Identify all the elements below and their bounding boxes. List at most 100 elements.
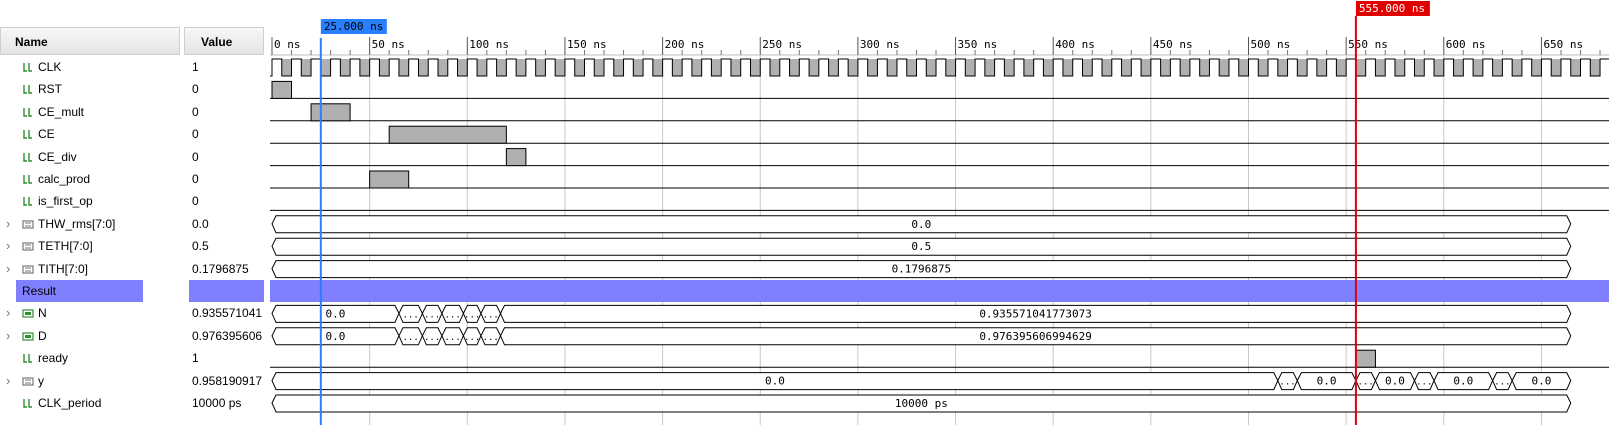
signal-name: N: [38, 306, 47, 321]
signal-row-ce[interactable]: CE: [0, 123, 184, 145]
clock-pulse: [867, 59, 878, 76]
signal-row-clk[interactable]: CLK: [0, 56, 184, 78]
bus-value-label: ...: [403, 333, 419, 343]
signal-value-row: 0.935571041: [184, 302, 270, 324]
signal-row-tith-7-0-[interactable]: › TITH[7:0]: [0, 258, 184, 280]
signal-value: 0: [192, 127, 199, 142]
signal-row-clk-period[interactable]: CLK_period: [0, 392, 184, 414]
signal-row-ready[interactable]: ready: [0, 347, 184, 369]
signal-name: TITH[7:0]: [38, 261, 89, 276]
bus-value-label: ...: [1358, 378, 1374, 388]
signal-value: 0: [192, 104, 199, 119]
signal-name: CLK: [38, 60, 62, 74]
bus-value-label: ...: [1279, 378, 1295, 388]
clock-pulse: [691, 59, 702, 76]
signal-row-rst[interactable]: RST: [0, 78, 184, 100]
tick-label: 350 ns: [958, 38, 998, 51]
clock-pulse: [1551, 59, 1561, 76]
signal-name: calc_prod: [38, 172, 91, 186]
clock-pulse: [672, 59, 683, 76]
expand-chevron-icon[interactable]: ›: [6, 235, 10, 257]
signal-value-row: 0.976395606: [184, 325, 270, 347]
expand-chevron-icon[interactable]: ›: [6, 258, 10, 280]
bus-value-label: 0.0: [765, 375, 785, 388]
tick-label: 450 ns: [1153, 38, 1193, 51]
value-column-header[interactable]: Value: [184, 27, 264, 55]
waveform-canvas[interactable]: 0 ns 50 ns 100 ns 150 ns 200 ns 250 ns 300 ns 3…: [270, 0, 1609, 435]
tick-label: 300 ns: [860, 38, 900, 51]
clock-pulse: [1473, 59, 1483, 76]
group-row-highlight: [270, 280, 1609, 302]
clock-pulse: [1238, 59, 1249, 76]
signal-value: 0.935571041: [192, 306, 263, 321]
signal-row-y[interactable]: › y: [0, 370, 184, 392]
signal-row-is-first-op[interactable]: is_first_op: [0, 190, 184, 212]
clock-pulse: [1336, 59, 1347, 76]
clock-pulse: [320, 59, 331, 76]
tick-label: 50 ns: [372, 38, 405, 51]
expand-chevron-icon[interactable]: ›: [6, 370, 10, 392]
signal-value: 0.0: [192, 216, 209, 231]
signal-name: TETH[7:0]: [38, 239, 93, 254]
signal-value: 0.5: [192, 239, 209, 254]
clock-pulse: [281, 59, 292, 76]
blue-cursor-label: 25.000 ns: [324, 20, 384, 33]
signal-name: CE_mult: [38, 104, 85, 119]
waveform-panel[interactable]: 0 ns 50 ns 100 ns 150 ns 200 ns 250 ns 300 ns 3…: [270, 0, 1609, 435]
clock-pulse: [848, 59, 858, 76]
clock-pulse: [906, 59, 917, 76]
clock-pulse: [1004, 59, 1015, 76]
clock-pulse: [555, 59, 565, 76]
bus-value-label: ...: [483, 333, 499, 343]
clock-pulse: [945, 59, 956, 76]
bus-signal-icon: [22, 242, 34, 251]
clock-pulse: [887, 59, 897, 76]
tick-label: 200 ns: [665, 38, 705, 51]
signal-value-row: 0: [184, 168, 270, 190]
clock-pulse: [1434, 59, 1444, 76]
bus-signal-icon: [22, 376, 34, 386]
clock-pulse: [1375, 59, 1386, 76]
signal-name: is_first_op: [38, 194, 93, 209]
clock-pulse: [594, 59, 605, 76]
clock-pulse: [965, 59, 976, 76]
signal-row-result[interactable]: Result: [0, 280, 184, 302]
bus-value-label: ...: [464, 333, 480, 343]
signal-row-ce-div[interactable]: CE_div: [0, 146, 184, 168]
name-column-header[interactable]: Name: [0, 27, 180, 55]
clock-pulse: [457, 59, 468, 76]
signal-row-ce-mult[interactable]: CE_mult: [0, 101, 184, 123]
signal-row-teth-7-0-[interactable]: › TETH[7:0]: [0, 235, 184, 257]
clock-pulse: [828, 59, 839, 76]
clock-pulse: [1414, 59, 1425, 76]
bus-value-label: 0.0: [1532, 375, 1552, 388]
clock-pulse: [1160, 59, 1171, 76]
signal-name: y: [38, 373, 44, 388]
bus-value-label: 0.0: [1385, 375, 1405, 388]
expand-chevron-icon[interactable]: ›: [6, 302, 10, 324]
expand-chevron-icon[interactable]: ›: [6, 213, 10, 235]
signal-row-d[interactable]: › D: [0, 325, 184, 347]
expand-chevron-icon[interactable]: ›: [6, 325, 10, 347]
value-column: Value 1 0 0 0 0 0 0 0.0 0.5 0.1796875 0.935571041 0…: [184, 0, 270, 435]
signal-row-calc-prod[interactable]: calc_prod: [0, 168, 184, 190]
clock-pulse: [1043, 59, 1054, 76]
bus-value-label: ...: [1416, 378, 1432, 388]
clock-pulse: [516, 59, 526, 76]
clock-pulse: [1062, 59, 1073, 76]
signal-name: CLK_period: [38, 396, 102, 410]
signal-row-n[interactable]: › N: [0, 302, 184, 324]
clock-pulse: [750, 59, 761, 76]
high-pulse: [505, 148, 527, 167]
clock-pulse: [730, 59, 741, 76]
clock-pulse: [496, 59, 507, 76]
signal-value-row: 0.958190917: [184, 370, 270, 392]
bit-signal-icon: [23, 354, 32, 363]
signal-row-thw-rms-7-0-[interactable]: › THW_rms[7:0]: [0, 213, 184, 235]
tick-label: 600 ns: [1446, 38, 1486, 51]
clock-pulse: [1199, 59, 1210, 76]
bus-value-label: 0.935571041773073: [979, 307, 1092, 320]
clock-pulse: [1121, 59, 1132, 76]
bus-value-label: 0.0: [326, 307, 346, 320]
signal-value: 0: [192, 149, 199, 164]
